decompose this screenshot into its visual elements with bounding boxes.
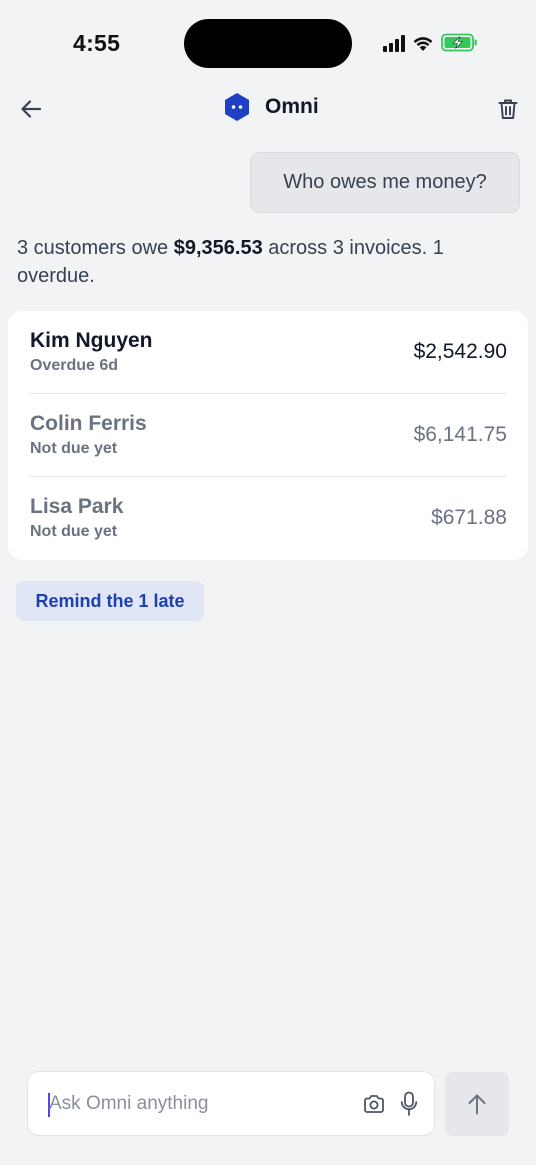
brand: Omni (223, 92, 319, 122)
customer-name: Colin Ferris (30, 412, 147, 435)
arrow-left-icon (21, 100, 42, 118)
remind-late-button[interactable]: Remind the 1 late (16, 581, 204, 621)
message-composer (27, 1071, 435, 1136)
delete-chat-button[interactable] (494, 94, 522, 124)
arrow-up-icon (468, 1094, 486, 1115)
back-button[interactable] (16, 94, 46, 124)
user-message-text: Who owes me money? (283, 171, 487, 193)
user-message-bubble: Who owes me money? (250, 152, 520, 213)
camera-icon (364, 1095, 384, 1113)
battery-charging-icon (441, 33, 477, 52)
customers-owing-card: Kim Nguyen Overdue 6d $2,542.90 Colin Fe… (8, 311, 528, 560)
customer-name: Kim Nguyen (30, 329, 153, 352)
chat-header: Omni (0, 88, 536, 128)
page-title: Omni (265, 95, 319, 118)
status-icons (383, 33, 478, 52)
hexagon-logo-icon (225, 93, 249, 121)
customer-status: Not due yet (30, 440, 118, 457)
customer-amount: $6,141.75 (413, 423, 507, 446)
customer-status: Overdue 6d (30, 357, 119, 374)
assistant-summary: 3 customers owe $9,356.53 across 3 invoi… (17, 234, 522, 290)
customer-amount: $671.88 (431, 506, 507, 529)
wifi-icon (413, 36, 433, 51)
summary-total-amount: $9,356.53 (173, 237, 263, 259)
send-button[interactable] (445, 1072, 509, 1136)
customer-row[interactable]: Lisa Park Not due yet $671.88 (30, 477, 507, 560)
dynamic-island (184, 19, 352, 68)
signal-icon (383, 34, 405, 52)
trash-icon (498, 99, 518, 119)
customer-name: Lisa Park (30, 495, 124, 518)
microphone-button[interactable] (398, 1090, 420, 1118)
status-time: 4:55 (73, 30, 121, 56)
customer-row[interactable]: Kim Nguyen Overdue 6d $2,542.90 (30, 311, 507, 394)
microphone-icon (400, 1091, 418, 1116)
message-input[interactable] (49, 1089, 349, 1119)
customer-row[interactable]: Colin Ferris Not due yet $6,141.75 (30, 394, 507, 477)
customer-status: Not due yet (30, 523, 118, 540)
summary-prefix: 3 customers owe (17, 237, 174, 259)
camera-button[interactable] (361, 1091, 387, 1117)
status-bar: 4:55 (0, 0, 536, 88)
customer-amount: $2,542.90 (413, 340, 507, 363)
